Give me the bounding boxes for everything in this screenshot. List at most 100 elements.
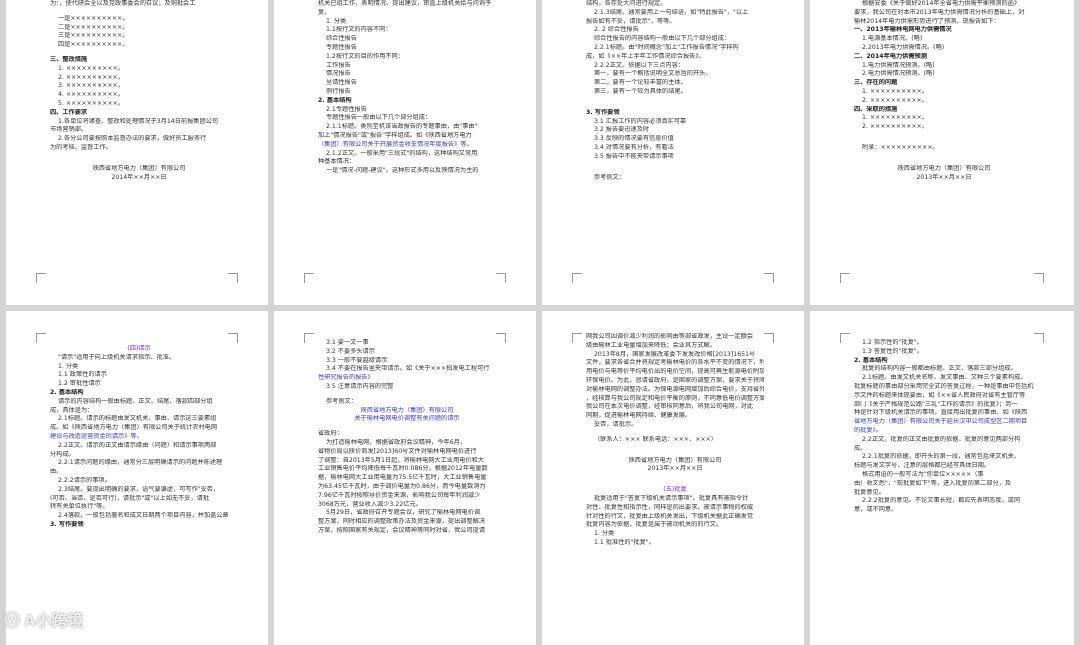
text-line: 3.3 一般不要越级请示 [326,356,388,364]
line-spacer [586,97,764,109]
text-line: 批复内容为依据，批复是属于被动机关的的行文。 [586,521,723,529]
text-line: 工业销售电价平均降低每千瓦时0.086分，根据2012年电量数 [318,465,488,473]
text-line: 工作报告 [326,61,351,69]
text-line: 1. 分类 [326,17,347,25]
page-body: 为：，使代研会全以及党政事委会的召议；及铜批会工 一是××××××××××。 二是×… [50,0,228,182]
text-line: 成。如《陕西省地方电力（集团）有限公司关于统计农村电网 [50,424,218,432]
section-heading: 3. 写作要领 [50,520,84,528]
text-line: （联系人：××× 联系电话：×××、×××） [594,435,717,443]
text-line: 5. ××××××××××。 [58,99,124,107]
text-line: 2013年××月××日 [916,173,972,181]
text-line: 1. 分类 [594,530,615,538]
document-page-4[interactable]: 根据安委《关于做好2014年全省电力供需平衡预测的函》 要求，我公司在对本市201… [810,0,1074,305]
text-line: ，经核算与我公司规定和电价平衡的原则，不同意低电价调整方案。 [586,394,764,402]
document-page-3[interactable]: 结构，各存处大问进行规定。 2.1.3结尾。通常要用上一句结语，如"特此报告"，"… [542,0,804,305]
text-line: (可否、当否、是否可行)，请批示"或"以上如无不妥，请批 [50,494,210,502]
text-line: 批复意见。 [854,488,885,496]
text-line: 呈请性报告 [326,79,357,87]
page-body: (四)请示 "请示"适用于向上级机关请求指示、批准。 1. 分类 1.1 政策性的请示… [50,333,228,530]
margin-corner-mark [496,273,506,283]
margin-corner-mark [496,333,506,343]
text-line: 专题性报告 [326,43,357,51]
text-line: 根据安委《关于做好2014年全省电力供需平衡预测的函》 [862,0,1021,7]
document-page-5[interactable]: (四)请示 "请示"适用于向上级机关请求指示、批准。 1. 分类 1.1 政策性的请示… [6,311,268,645]
text-line: 四是××××××××××。 [58,41,129,49]
text-line: 网我公司因调价减少利润的影响由等部省政发，主设一定额会 [586,333,754,340]
text-line: 1.1按行文的内容不同： [326,26,392,34]
text-line: 专题性报告一般由以下几个部分组成： [326,114,432,122]
text-line: 3.2 不要多头请示 [326,347,375,355]
line-spacer [854,132,1034,144]
margin-corner-mark [304,333,314,343]
margin-corner-mark [1034,333,1044,343]
text-line: 2013年8月，国家发展改革委下发发改价格[2013]1651号 [594,350,756,358]
text-line: 2.1标题。请示的标题由发文机关、事由、请示这三要素组 [58,415,217,423]
text-line: 3.4 不要在报告里夹带请示。如《关于×××拍发电工程可行 [326,365,490,373]
text-line: 环保电价。为此，恳请省政府，是国家的调整方案，要求关于将降低 [586,376,764,384]
text-line: 对性、批复性和指示性，同样是的出要求，被请示事物的权威 [586,503,754,511]
text-line: 格式用语的一般写法为"你单位×××××（事 [862,470,984,478]
text-line: 针对性的行文，批复由上级机关发出，下级机关据此正确发觉 [586,512,754,520]
text-line: 3.1 要一文一事 [326,339,369,346]
document-page-6[interactable]: 3.1 要一文一事 3.2 不要多头请示 3.3 一般不要越级请示 3.4 不要在报告… [274,311,536,645]
section-title: (四)请示 [127,345,151,352]
section-title: (五)批复 [663,486,687,494]
text-line: 2.2.1请示问题的缘由，通常分三层明确请示的问题并陈述理 [58,459,223,467]
text-line: 整方案，同时相应的调整政策办法及资金来源，提出调整解决 [318,518,486,526]
text-line: "请示"适用于向上级机关请求指示、批准。 [58,353,176,361]
text-line: 2013年××月××日 [647,465,703,473]
text-line: 陕西省地方电力（集团）有限公司 [360,406,454,414]
text-line: 2. ××××××××××。 [58,73,124,81]
text-line: 1.2 审批性请示 [58,380,101,388]
text-line: 1.2 指示性的"批复"。 [862,339,923,346]
text-line: 3.3 反映的情况要有信息价值 [594,135,674,143]
text-line: 陕西省地方电力（集团）有限公司 [897,164,991,172]
text-line: 三是××××××××××。 [58,32,129,40]
text-line: 由）收文悉"，"现批复如下"等，进入批复的第二部分，及 [854,479,1012,487]
text-line: 1.3 答复性的"批复"。 [862,347,923,355]
text-line: 市场营销部。 [50,126,88,134]
text-line: 陕西省地方电力（集团）有限公司 [628,456,722,464]
text-line: 3068万元，营业收入减少3.22亿元。 [318,500,422,508]
section-heading: 2. 基本结构 [50,388,84,396]
text-line: 第二，要有一个论较丰富的主体。 [594,79,687,87]
text-line: 2.2.1标题。由"时间概念"加上"工作报告情况"字样构 [594,43,739,51]
text-line: 1. ××××××××××。 [58,64,124,72]
text-line: 建设与改造运营资金的请示》等。 [50,432,143,440]
text-line: 参考例文： [594,173,625,181]
text-line: 2. ××××××××××。 [862,96,928,104]
section-heading: 三、整改措施 [50,55,88,63]
text-line: 据，榆林电网大工业用电量为75.5亿千瓦时，大工业销售电量 [318,474,487,482]
text-line: 省地方电力（集团）有限公司关于延长汉中公司成型区二期项目 [854,418,1028,426]
text-line: 3.2 报告要迅速及时 [594,126,650,134]
text-line: 榆林2014年电力供需形势进行了预测。现报告如下： [854,17,1000,25]
text-line: 7.96亿千瓦时按照导价资金来源，影响我公司每年利润减少 [318,491,481,499]
text-line: 1. ××××××××××。 [862,87,928,95]
document-page-1[interactable]: 为：，使代研会全以及党政事委会的召议；及铜批会工 一是××××××××××。 二是×… [6,0,268,305]
page-body: 结构，各存处大问进行规定。 2.1.3结尾。通常要用上一句结语，如"特此报告"，"… [586,0,764,182]
text-line: 分构成。 [50,450,75,458]
document-page-7[interactable]: 网我公司因调价减少利润的影响由等部省政发，主设一定额会 级由榆林工业电量增加来降低… [542,311,804,645]
text-line: 机关已组工作，表明情况、提出建议，审直上级机关给与问询予 [318,0,492,7]
text-line: 2.2.2批复的意见。不论文事长短，都应先表明态度，或同 [862,497,1021,505]
text-line: 部门《关于严格规范公路"三乱"工作的请示》的批复》；另一 [854,400,1018,408]
text-line: 2.电力供需情况预测。(略) [862,70,935,78]
text-line: 成。 [854,444,867,452]
text-line: 示文件的标题来体现要由，如《××省人民政府对省有主管厅等 [854,391,1026,399]
text-line: 意，或不同意。 [854,506,898,514]
section-heading: 四、工作要求 [50,108,88,116]
text-line: 2.1标题。由发文机关名称、发文事由、文种三个要素构成。 [862,374,1027,382]
document-page-2[interactable]: 机关已组工作，表明情况、提出建议，审直上级机关给与问询予 复。 1. 分类 1.1按行… [274,0,536,305]
text-line: 性研究报告的报告》 [318,374,374,382]
section-heading: 2. 基本结构 [318,96,352,104]
text-line: 批复标题的事由部分采用完全式的答复过程，一种是事由中包括机关请 [854,382,1034,390]
text-line: 报告如有不妥，请批示"，等等。 [586,17,676,25]
section-heading: 二、2014年电力供需预测 [854,52,927,60]
margin-corner-mark [572,273,582,283]
text-line: 关于榆林电网电价调整有关问题的请示 [354,415,460,423]
document-page-8[interactable]: 1.2 指示性的"批复"。 1.3 答复性的"批复"。 2. 基本结构 批复的结构内容… [810,311,1074,645]
text-line: 2014年××月××日 [111,173,167,181]
margin-corner-mark [1034,273,1044,283]
text-line: 2.1.2正文。一般采用"三段式"的结构，这种结构又常用 [326,149,478,157]
text-line: 请示的内容结构一般由标题、正文、结尾、落款四部分组 [58,397,213,405]
